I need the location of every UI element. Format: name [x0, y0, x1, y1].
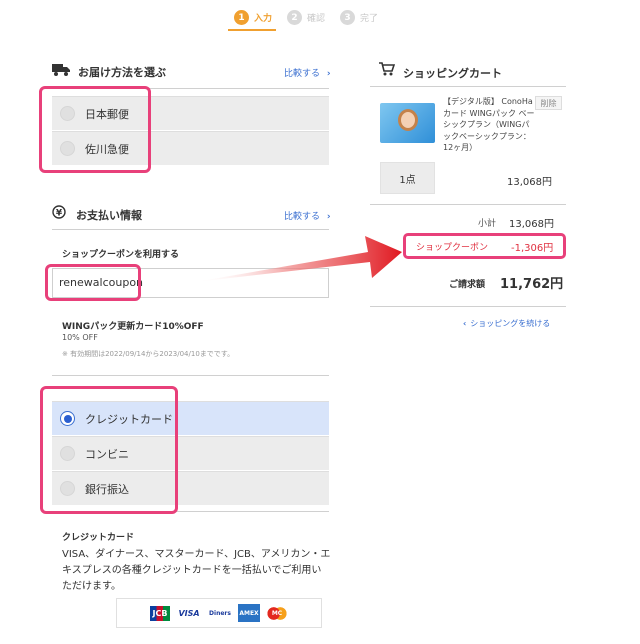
annotation-arrow-icon [195, 236, 402, 282]
